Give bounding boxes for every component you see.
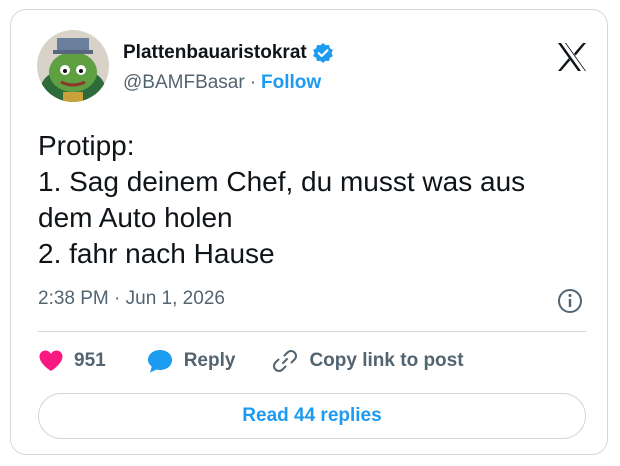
action-bar: 951 Reply Copy link to post xyxy=(38,341,464,381)
tweet-text-line: 1. Sag deinem Chef, du musst was aus xyxy=(38,166,526,197)
speech-bubble-icon xyxy=(146,348,174,374)
reply-label: Reply xyxy=(183,350,236,371)
tweet-text-line: Protipp: xyxy=(38,130,135,161)
heart-icon xyxy=(38,349,64,373)
tweet-timestamp[interactable]: 2:38 PM · Jun 1, 2026 xyxy=(38,288,225,310)
author-name-row: Plattenbauaristokrat xyxy=(123,42,334,64)
avatar[interactable] xyxy=(37,30,109,102)
x-logo-icon[interactable] xyxy=(555,40,589,74)
copy-link-button[interactable]: Copy link to post xyxy=(271,347,464,375)
like-button[interactable]: 951 xyxy=(38,349,106,373)
copy-link-label: Copy link to post xyxy=(309,350,464,371)
author-handle-row: @BAMFBasar · Follow xyxy=(123,72,321,94)
like-count: 951 xyxy=(74,350,106,371)
read-replies-button[interactable]: Read 44 replies xyxy=(38,393,586,439)
separator-dot: · xyxy=(249,72,257,93)
tweet-text-line: 2. fahr nach Hause xyxy=(38,238,275,269)
tweet-text: Protipp: 1. Sag deinem Chef, du musst wa… xyxy=(38,128,525,272)
divider xyxy=(38,331,586,332)
tweet-text-line: dem Auto holen xyxy=(38,202,233,233)
author-display-name[interactable]: Plattenbauaristokrat xyxy=(123,42,307,64)
info-icon[interactable] xyxy=(557,288,583,314)
follow-button[interactable]: Follow xyxy=(261,72,321,94)
tweet-card: Plattenbauaristokrat @BAMFBasar · Follow… xyxy=(10,9,608,455)
link-icon xyxy=(271,347,299,375)
verified-badge-icon xyxy=(312,42,334,64)
reply-button[interactable]: Reply xyxy=(146,348,236,374)
author-handle[interactable]: @BAMFBasar xyxy=(123,72,245,94)
avatar-frog-image xyxy=(37,30,109,102)
